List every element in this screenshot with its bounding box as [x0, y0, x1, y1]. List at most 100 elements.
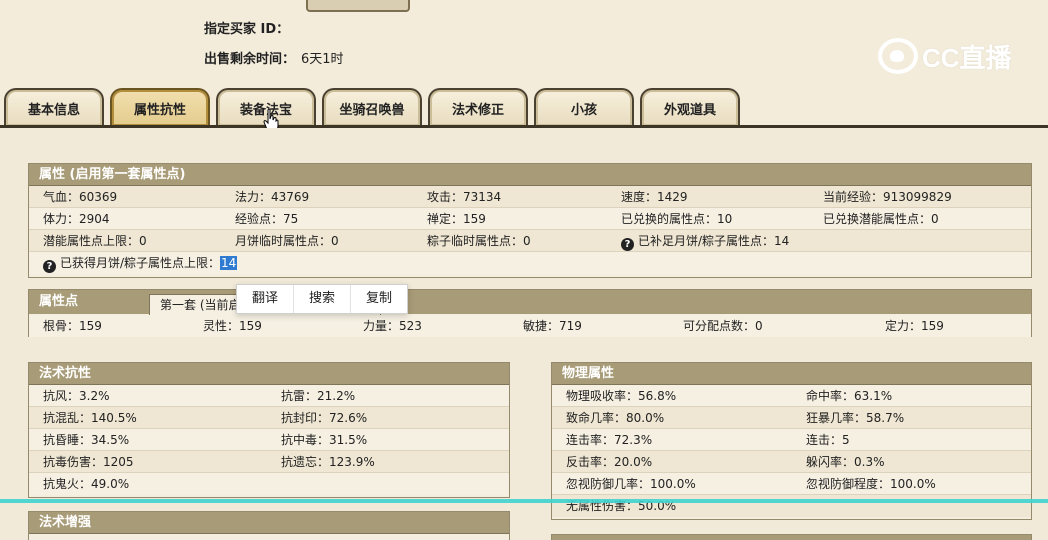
- resist-cell: 抗毒伤害：1205: [43, 455, 134, 469]
- attr-cell-help: ? 已补足月饼/粽子属性点：14: [621, 230, 789, 252]
- resist-cell: 抗遗忘：123.9%: [281, 455, 375, 469]
- attributes-title: 属性 (启用第一套属性点): [29, 164, 1031, 186]
- resist-cell: 抗风：3.2%: [43, 389, 110, 403]
- resist-cell: 抗鬼火：49.0%: [43, 477, 130, 491]
- spell-resist-title: 法术抗性: [29, 363, 509, 385]
- table-row: 致命几率：80.0% 狂暴几率：58.7%: [552, 407, 1031, 429]
- table-row: 连击率：72.3% 连击：5: [552, 429, 1031, 451]
- buyer-id-row: 指定买家 ID：: [204, 18, 289, 37]
- question-icon[interactable]: ?: [43, 260, 56, 273]
- attr-cell: 攻击：73134: [427, 190, 502, 204]
- attribute-points-title: 属性点: [39, 294, 79, 309]
- tab-label: 坐骑召唤兽: [339, 102, 405, 118]
- context-menu: 翻译 搜索 复制: [236, 284, 408, 314]
- attributes-panel: 属性 (启用第一套属性点) 气血：60369 法力：43769 攻击：73134…: [28, 163, 1032, 278]
- attribute-points-panel: 属性点 第一套 (当前启 根骨：159 灵性：159 力量：523 敏捷：719…: [28, 289, 1032, 337]
- attr-cell-help: ? 已获得月饼/粽子属性点上限：14: [43, 252, 238, 274]
- next-panel-edge: [551, 534, 1032, 540]
- physical-cell: 忽视防御程度：100.0%: [806, 477, 936, 491]
- point-cell: 灵性：159: [203, 319, 262, 333]
- table-row: 反击率：20.0% 躲闪率：0.3%: [552, 451, 1031, 473]
- physical-cell: 躲闪率：0.3%: [806, 455, 885, 469]
- attr-cell: 潜能属性点上限：0: [43, 234, 147, 248]
- obtained-label: 已获得月饼/粽子属性点上限：: [60, 256, 221, 270]
- physical-cell: 忽视防御几率：100.0%: [566, 477, 696, 491]
- selected-value[interactable]: 14: [220, 256, 238, 270]
- tab-label: 基本信息: [27, 102, 80, 118]
- tab-label: 法术修正: [451, 102, 504, 118]
- point-cell: 可分配点数：0: [683, 319, 763, 333]
- physical-attr-title: 物理属性: [552, 363, 1031, 385]
- attr-cell: 体力：2904: [43, 212, 110, 226]
- question-icon[interactable]: ?: [621, 238, 634, 251]
- overlay-line: [0, 499, 1048, 503]
- point-cell: 敏捷：719: [523, 319, 582, 333]
- table-row: 体力：2904 经验点：75 禅定：159 已兑换的属性点：10 已兑换潜能属性…: [29, 208, 1031, 230]
- resist-cell: 抗混乱：140.5%: [43, 411, 137, 425]
- table-row: 抗昏睡：34.5% 抗中毒：31.5%: [29, 429, 509, 451]
- tab-label: 属性抗性: [133, 102, 186, 118]
- table-row: 忽视防御几率：100.0% 忽视防御程度：100.0%: [552, 473, 1031, 495]
- tab-basic-info[interactable]: 基本信息: [4, 88, 104, 126]
- attr-cell: 法力：43769: [235, 190, 310, 204]
- tab-mounts-pets[interactable]: 坐骑召唤兽: [322, 88, 422, 126]
- resist-cell: 抗昏睡：34.5%: [43, 433, 130, 447]
- attr-cell: 禅定：159: [427, 212, 486, 226]
- search-menu-item[interactable]: 搜索: [294, 285, 351, 313]
- attributes-rows: 气血：60369 法力：43769 攻击：73134 速度：1429 当前经验：…: [29, 186, 1031, 274]
- logo-text: CC直播: [922, 42, 1012, 73]
- time-left-label: 出售剩余时间：: [204, 52, 296, 67]
- tab-child[interactable]: 小孩: [534, 88, 634, 126]
- cc-live-logo: CC直播: [878, 36, 1012, 76]
- attr-cell: 经验点：75: [235, 212, 299, 226]
- attr-cell: 当前经验：913099829: [823, 190, 952, 204]
- attribute-points-header: 属性点 第一套 (当前启: [29, 290, 1031, 315]
- table-row: 气血：60369 法力：43769 攻击：73134 速度：1429 当前经验：…: [29, 186, 1031, 208]
- time-left-row: 出售剩余时间： 6天1时: [204, 48, 344, 67]
- attr-cell: 月饼临时属性点：0: [235, 234, 339, 248]
- table-row: 潜能属性点上限：0 月饼临时属性点：0 粽子临时属性点：0 ? 已补足月饼/粽子属…: [29, 230, 1031, 252]
- spell-enhance-panel: 法术增强: [28, 511, 510, 540]
- physical-cell: 狂暴几率：58.7%: [806, 411, 905, 425]
- attr-cell: 已兑换潜能属性点：0: [823, 212, 939, 226]
- physical-cell: 反击率：20.0%: [566, 455, 653, 469]
- point-cell: 根骨：159: [43, 319, 102, 333]
- spell-resist-panel: 法术抗性 抗风：3.2% 抗雷：21.2% 抗混乱：140.5% 抗封印：72.…: [28, 362, 510, 498]
- tab-attributes-resist[interactable]: 属性抗性: [110, 88, 210, 126]
- resist-cell: 抗封印：72.6%: [281, 411, 368, 425]
- content-area: 属性 (启用第一套属性点) 气血：60369 法力：43769 攻击：73134…: [0, 128, 1048, 540]
- attr-cell: 气血：60369: [43, 190, 118, 204]
- attr-cell: 已兑换的属性点：10: [621, 212, 733, 226]
- point-cell: 定力：159: [885, 319, 944, 333]
- attr-cell: 粽子临时属性点：0: [427, 234, 531, 248]
- attr-cell: 已补足月饼/粽子属性点：14: [638, 234, 790, 248]
- tab-bar: 基本信息 属性抗性 装备法宝 坐骑召唤兽 法术修正 小孩 外观道具: [0, 86, 1048, 128]
- resist-cell: 抗雷：21.2%: [281, 389, 356, 403]
- resist-cell: 抗中毒：31.5%: [281, 433, 368, 447]
- table-row: 抗风：3.2% 抗雷：21.2%: [29, 385, 509, 407]
- point-cell: 力量：523: [363, 319, 422, 333]
- table-row: 根骨：159 灵性：159 力量：523 敏捷：719 可分配点数：0 定力：1…: [29, 315, 1031, 337]
- tab-label: 小孩: [570, 102, 597, 118]
- table-row: 物理吸收率：56.8% 命中率：63.1%: [552, 385, 1031, 407]
- physical-cell: 物理吸收率：56.8%: [566, 389, 677, 403]
- physical-cell: 连击率：72.3%: [566, 433, 653, 447]
- seller-button[interactable]: [306, 0, 410, 12]
- subtab-label: 第一套 (当前启: [160, 298, 241, 312]
- table-row: 抗鬼火：49.0%: [29, 473, 509, 495]
- table-row: 抗毒伤害：1205 抗遗忘：123.9%: [29, 451, 509, 473]
- next-panel-head: [552, 535, 1031, 540]
- translate-menu-item[interactable]: 翻译: [237, 285, 294, 313]
- physical-cell: 命中率：63.1%: [806, 389, 893, 403]
- time-left-value: 6天1时: [301, 52, 344, 67]
- tab-appearance[interactable]: 外观道具: [640, 88, 740, 126]
- copy-menu-item[interactable]: 复制: [351, 285, 407, 313]
- tab-label: 外观道具: [663, 102, 716, 118]
- spell-enhance-title: 法术增强: [29, 512, 509, 534]
- cc-live-logo-icon: [878, 38, 918, 74]
- buyer-id-label: 指定买家 ID：: [204, 22, 290, 37]
- tab-spell-correction[interactable]: 法术修正: [428, 88, 528, 126]
- attr-cell: 速度：1429: [621, 190, 688, 204]
- physical-cell: 致命几率：80.0%: [566, 411, 665, 425]
- table-row: ? 已获得月饼/粽子属性点上限：14: [29, 252, 1031, 274]
